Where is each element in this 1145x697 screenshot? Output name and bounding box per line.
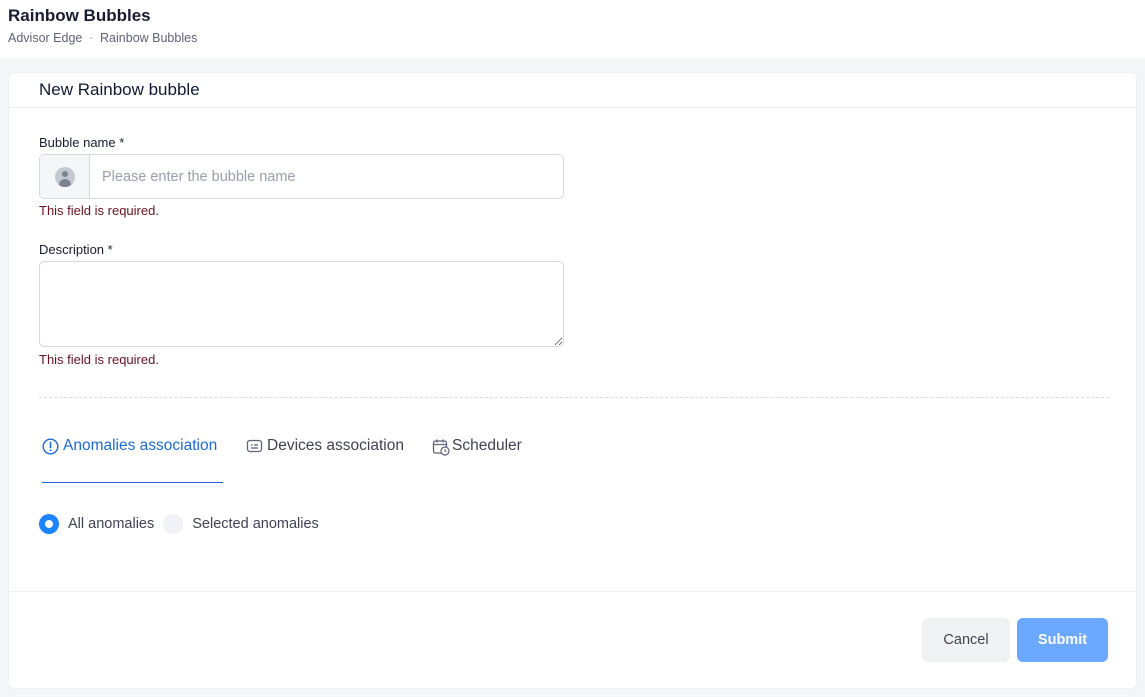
breadcrumb-separator: - bbox=[89, 32, 94, 44]
user-avatar-icon bbox=[54, 166, 75, 187]
description-textarea[interactable] bbox=[39, 261, 564, 347]
submit-button[interactable]: Submit bbox=[1017, 618, 1108, 662]
calendar-clock-icon bbox=[432, 438, 450, 461]
form-card: New Rainbow bubble Bubble name * This fi… bbox=[8, 72, 1137, 689]
tab-devices-association-label: Devices association bbox=[267, 437, 404, 454]
breadcrumb-item-rainbow-bubbles: Rainbow Bubbles bbox=[100, 31, 198, 45]
page-header: Rainbow Bubbles Advisor Edge - Rainbow B… bbox=[0, 0, 1145, 58]
bubble-name-input-group bbox=[39, 154, 564, 199]
cancel-button[interactable]: Cancel bbox=[922, 618, 1010, 662]
info-circle-icon bbox=[42, 438, 59, 460]
breadcrumb-item-advisor-edge[interactable]: Advisor Edge bbox=[8, 31, 82, 45]
tab-scheduler-label: Scheduler bbox=[452, 437, 522, 454]
card-header: New Rainbow bubble bbox=[9, 73, 1136, 108]
device-icon bbox=[246, 438, 263, 460]
tab-devices-association[interactable]: Devices association bbox=[246, 437, 404, 483]
tab-scheduler[interactable]: Scheduler bbox=[432, 437, 522, 483]
radio-selected-anomalies-label[interactable]: Selected anomalies bbox=[192, 516, 319, 532]
bubble-name-input[interactable] bbox=[90, 155, 563, 198]
section-divider bbox=[39, 397, 1109, 398]
footer-divider bbox=[9, 591, 1136, 592]
bubble-name-error: This field is required. bbox=[39, 203, 159, 218]
radio-all-anomalies-label[interactable]: All anomalies bbox=[68, 516, 154, 532]
bubble-name-label: Bubble name * bbox=[39, 135, 125, 150]
anomalies-radio-group: All anomalies Selected anomalies bbox=[39, 513, 328, 535]
description-error: This field is required. bbox=[39, 352, 159, 367]
breadcrumb: Advisor Edge - Rainbow Bubbles bbox=[8, 31, 197, 45]
radio-all-anomalies[interactable] bbox=[39, 514, 59, 534]
tab-anomalies-association-label: Anomalies association bbox=[63, 437, 218, 454]
bubble-name-addon bbox=[40, 155, 90, 198]
radio-selected-anomalies[interactable] bbox=[163, 514, 184, 534]
tab-anomalies-association[interactable]: Anomalies association bbox=[42, 437, 223, 483]
form-title: New Rainbow bubble bbox=[39, 80, 200, 99]
page-title: Rainbow Bubbles bbox=[8, 6, 151, 25]
description-label: Description * bbox=[39, 242, 113, 257]
tab-bar: Anomalies association Devices associatio… bbox=[39, 437, 639, 483]
